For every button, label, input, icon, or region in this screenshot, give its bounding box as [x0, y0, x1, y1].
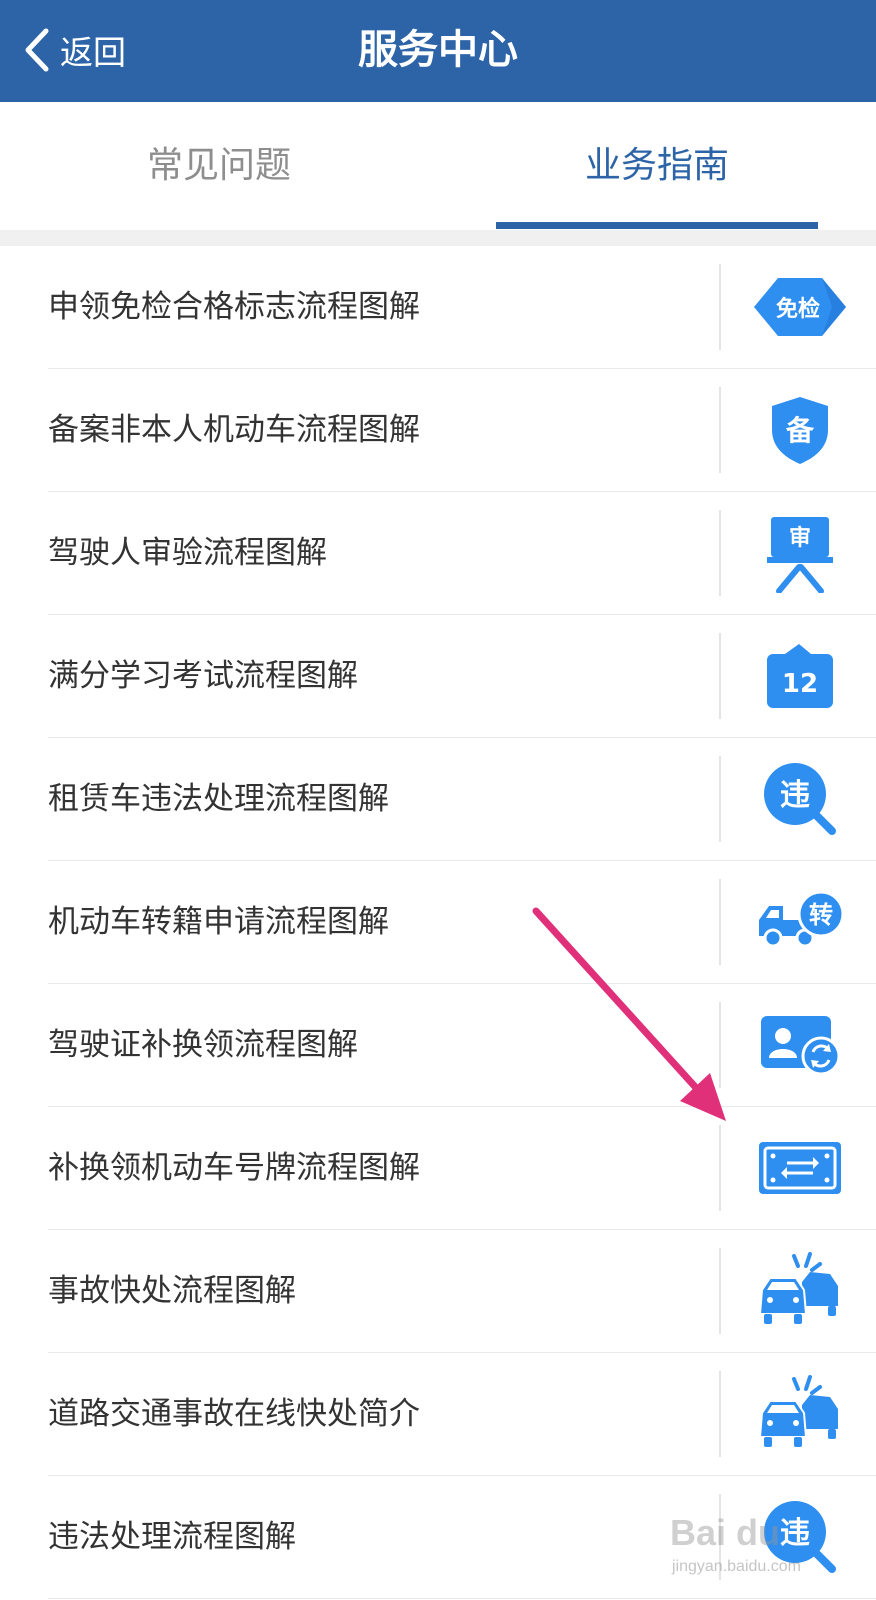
svg-text:违: 违: [780, 778, 810, 813]
divider: [719, 756, 721, 842]
back-button[interactable]: 返回: [22, 22, 126, 78]
svg-text:备: 备: [785, 414, 815, 447]
svg-text:免检: 免检: [776, 296, 820, 322]
list-item-label: 机动车转籍申请流程图解: [48, 904, 389, 940]
list-item-label: 满分学习考试流程图解: [48, 658, 358, 694]
divider: [719, 1371, 721, 1457]
list-item[interactable]: 补换领机动车号牌流程图解: [0, 1107, 876, 1230]
svg-text:审: 审: [789, 525, 811, 551]
list-item[interactable]: 申领免检合格标志流程图解 免检: [0, 246, 876, 369]
active-tab-indicator: [496, 222, 818, 229]
tab-bar: 常见问题 业务指南: [0, 102, 876, 230]
list-item[interactable]: 违法处理流程图解 违: [0, 1476, 876, 1599]
svg-text:12: 12: [782, 669, 818, 699]
tab-business-guide[interactable]: 业务指南: [438, 102, 876, 230]
page-title: 服务中心: [358, 27, 518, 73]
list-item-label: 备案非本人机动车流程图解: [48, 412, 420, 448]
list-item-label: 驾驶证补换领流程图解: [48, 1027, 358, 1063]
violation-search-icon: 违: [750, 756, 850, 842]
tab-faq[interactable]: 常见问题: [0, 102, 438, 230]
exempt-inspection-icon: 免检: [750, 264, 850, 350]
chevron-left-icon: [25, 28, 49, 72]
calendar-12-icon: 12: [750, 633, 850, 719]
list-item[interactable]: 满分学习考试流程图解 12: [0, 615, 876, 738]
list-item-label: 租赁车违法处理流程图解: [48, 781, 389, 817]
divider: [719, 387, 721, 473]
divider: [719, 1002, 721, 1088]
list-item-label: 道路交通事故在线快处简介: [48, 1396, 420, 1432]
top-bar: 返回 服务中心: [0, 0, 876, 102]
guide-list: 申领免检合格标志流程图解 免检 备案非本人机动车流程图解 备 驾驶人审验流程图解: [0, 246, 876, 1599]
svg-text:违: 违: [780, 1516, 810, 1551]
violation-search-icon: 违: [750, 1494, 850, 1580]
list-item-label: 申领免检合格标志流程图解: [48, 289, 420, 325]
divider: [719, 879, 721, 965]
license-plate-swap-icon: [750, 1125, 850, 1211]
list-item-label: 事故快处流程图解: [48, 1273, 296, 1309]
filing-shield-icon: 备: [750, 387, 850, 473]
divider: [719, 510, 721, 596]
car-accident-icon: [750, 1248, 850, 1334]
list-item[interactable]: 驾驶人审验流程图解 审: [0, 492, 876, 615]
list-item[interactable]: 备案非本人机动车流程图解 备: [0, 369, 876, 492]
section-separator: [0, 230, 876, 246]
list-item-label: 违法处理流程图解: [48, 1519, 296, 1555]
car-accident-icon: [750, 1371, 850, 1457]
divider: [719, 633, 721, 719]
divider: [719, 264, 721, 350]
list-item[interactable]: 租赁车违法处理流程图解 违: [0, 738, 876, 861]
list-item[interactable]: 机动车转籍申请流程图解 转: [0, 861, 876, 984]
list-item[interactable]: 驾驶证补换领流程图解: [0, 984, 876, 1107]
divider: [719, 1248, 721, 1334]
divider: [719, 1125, 721, 1211]
svg-text:转: 转: [809, 901, 833, 929]
list-item[interactable]: 事故快处流程图解: [0, 1230, 876, 1353]
license-card-swap-icon: [750, 1002, 850, 1088]
list-item[interactable]: 道路交通事故在线快处简介: [0, 1353, 876, 1476]
truck-transfer-icon: 转: [750, 879, 850, 965]
review-easel-icon: 审: [750, 510, 850, 596]
list-item-label: 驾驶人审验流程图解: [48, 535, 327, 571]
row-divider: [48, 1598, 876, 1599]
divider: [719, 1494, 721, 1580]
list-item-label: 补换领机动车号牌流程图解: [48, 1150, 420, 1186]
back-label: 返回: [60, 33, 126, 72]
